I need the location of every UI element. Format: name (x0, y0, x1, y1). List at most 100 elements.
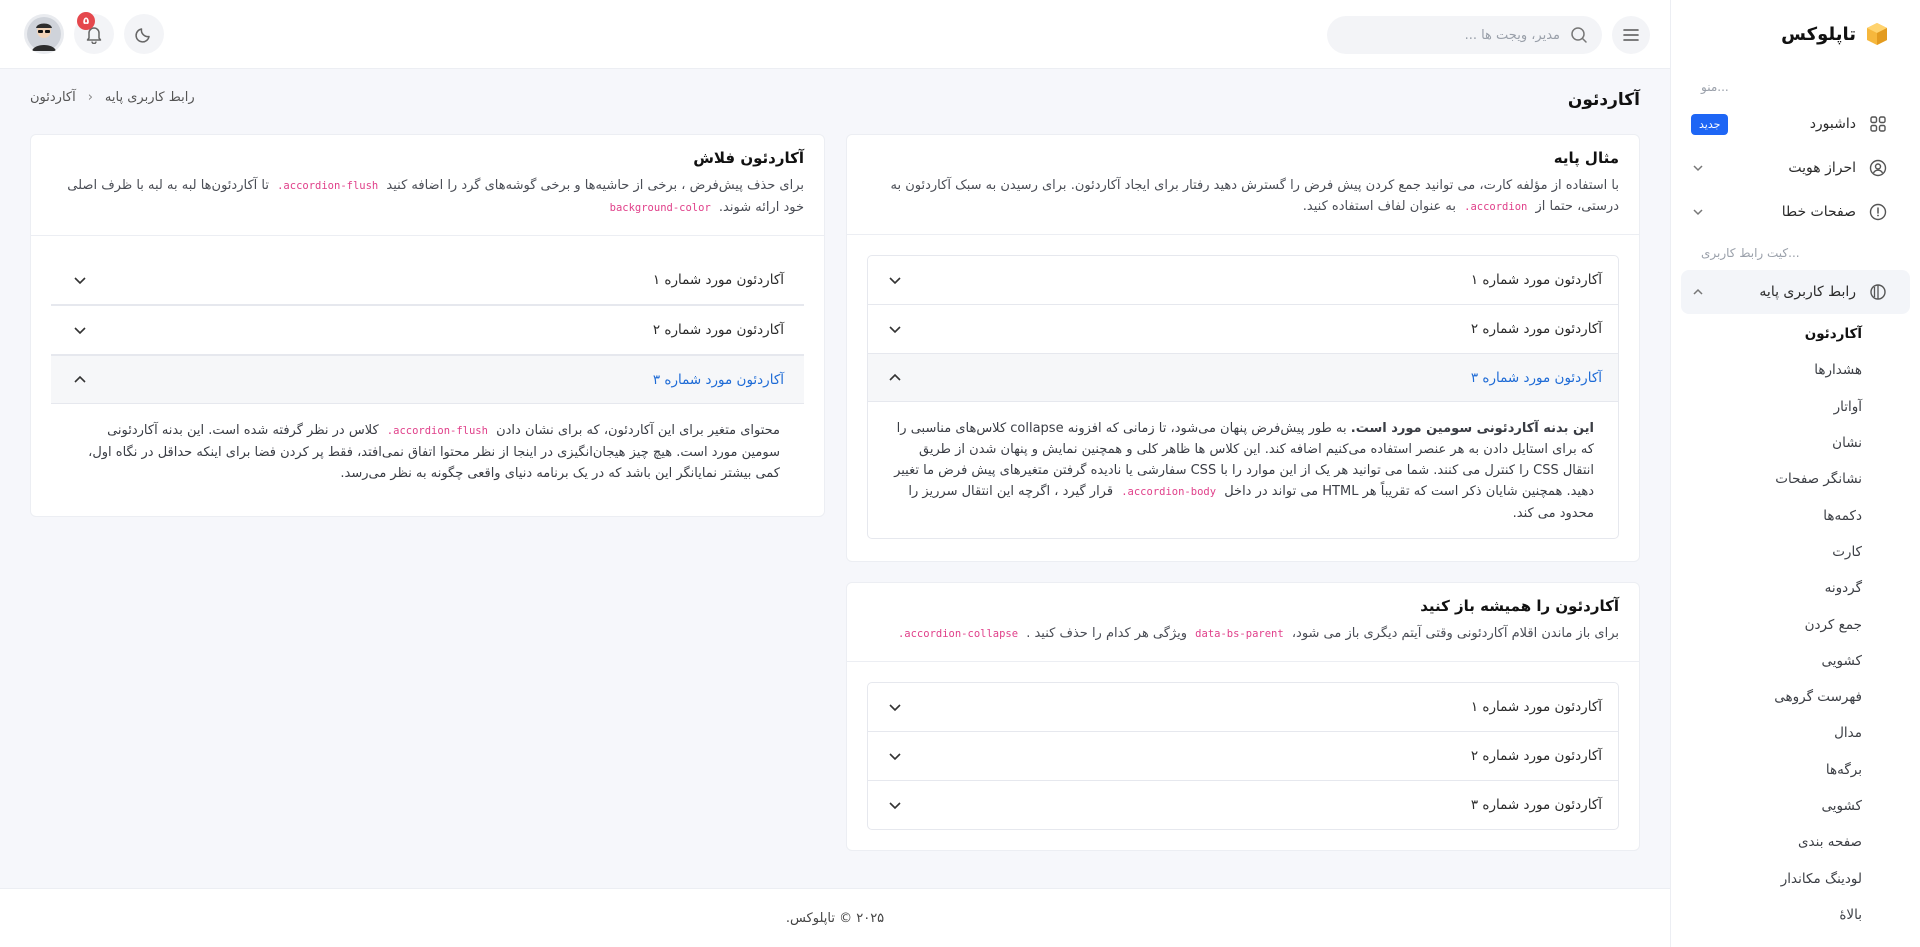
chevron-up-icon (74, 375, 86, 383)
chevron-down-icon (1693, 165, 1703, 172)
code-snippet: .accordion-body (1121, 486, 1217, 498)
sidebar-item-label: رابط کاربری پایه (1759, 284, 1856, 300)
chevron-up-icon (1693, 288, 1703, 295)
sidebar-subitem[interactable]: لودینگ مکاندار (1671, 860, 1862, 896)
sidebar-subitem[interactable]: کشویی (1671, 643, 1862, 679)
user-avatar[interactable] (24, 14, 64, 54)
brand-name: تاپلوکس (1781, 23, 1856, 45)
code-snippet: background-color (609, 202, 711, 214)
ui-kit-caption: کیت رابط کاربری... (1701, 246, 1800, 260)
accordion-button[interactable]: آکاردئون مورد شماره ۲ (868, 305, 1618, 353)
sidebar-item-auth[interactable]: احراز هویت (1671, 146, 1920, 190)
card-title: آکاردئون فلاش (693, 149, 804, 167)
menu-toggle-button[interactable] (1612, 16, 1650, 54)
accordion-item: آکاردئون مورد شماره ۱ (51, 256, 804, 305)
chevron-down-icon (1693, 209, 1703, 216)
user-circle-icon (1868, 158, 1888, 178)
sidebar-subitem[interactable]: کشویی (1671, 788, 1862, 824)
card-description: با استفاده از مؤلفه کارت، می توانید جمع … (890, 178, 1619, 214)
footer: ۲۰۲۵ © تاپلوکس. (0, 888, 1670, 947)
page-title: آکاردئون (1567, 90, 1640, 110)
flush-accordion-card: آکاردئون فلاش برای حذف پیش‌فرض ، برخی از… (30, 134, 825, 517)
sidebar-subitem[interactable]: مدال (1671, 715, 1862, 751)
sidebar-subitem[interactable]: هشدارها (1671, 352, 1862, 388)
flush-accordion: آکاردئون مورد شماره ۱ آکاردئون مورد شمار… (51, 256, 804, 498)
accordion-button[interactable]: آکاردئون مورد شماره ۱ (51, 256, 804, 304)
sidebar-subitem[interactable]: نشانگر صفحات (1671, 461, 1862, 497)
sidebar-subitem[interactable]: جمع کردن (1671, 606, 1862, 642)
chevron-up-icon (889, 373, 901, 381)
basic-ui-submenu: آکاردئون هشدارها آواتار نشان نشانگر صفحات دکم… (1671, 316, 1920, 933)
search-box[interactable] (1327, 16, 1602, 54)
accordion-button[interactable]: آکاردئون مورد شماره ۳ (868, 354, 1618, 402)
chevron-down-icon (889, 326, 901, 334)
accordion-button[interactable]: آکاردئون مورد شماره ۳ (868, 781, 1618, 829)
brand-logo[interactable]: تاپلوکس (1671, 0, 1920, 68)
sidebar-subitem[interactable]: آکاردئون (1671, 316, 1862, 352)
copyright-text: ۲۰۲۵ © تاپلوکس. (785, 910, 885, 926)
accordion-button[interactable]: آکاردئون مورد شماره ۲ (868, 732, 1618, 780)
sidebar: تاپلوکس منو... داشبورد جدید احراز هویت ص… (1670, 0, 1920, 947)
alert-circle-icon (1868, 202, 1888, 222)
sidebar-subitem[interactable]: بالاهٔ (1671, 897, 1862, 933)
new-badge: جدید (1691, 113, 1729, 135)
chevron-down-icon (74, 327, 86, 335)
breadcrumb-current: آکاردئون (30, 90, 76, 105)
theme-toggle-button[interactable] (124, 14, 164, 54)
accordion-body: این بدنه آکاردئونی سومین مورد است. به طو… (894, 421, 1594, 521)
accordion-button[interactable]: آکاردئون مورد شماره ۳ (51, 356, 804, 404)
accordion-item: آکاردئون مورد شماره ۲ (868, 731, 1618, 780)
code-snippet: .accordion-collapse (897, 628, 1019, 640)
chevron-down-icon (889, 753, 901, 761)
breadcrumb-link[interactable]: رابط کاربری پایه (105, 90, 195, 105)
moon-icon (135, 28, 150, 43)
accordion-item: آکاردئون مورد شماره ۳ محتوای متغیر برای … (51, 355, 804, 498)
code-snippet: .accordion (1464, 201, 1528, 213)
code-snippet: .accordion-flush (386, 425, 488, 437)
breadcrumb: رابط کاربری پایه ‹ آکاردئون (30, 90, 195, 105)
layers-icon (1868, 282, 1888, 302)
accordion-item: آکاردئون مورد شماره ۳ (868, 780, 1618, 829)
sidebar-item-label: صفحات خطا (1781, 204, 1856, 220)
search-input[interactable] (1341, 27, 1560, 43)
sidebar-subitem[interactable]: آواتار (1671, 389, 1862, 425)
accordion-item: آکاردئون مورد شماره ۱ (868, 256, 1618, 304)
sidebar-item-label: احراز هویت (1788, 160, 1856, 176)
code-snippet: .accordion-flush (277, 180, 379, 192)
accordion: آکاردئون مورد شماره ۱ آکاردئون مورد شمار… (867, 682, 1619, 830)
search-icon (1571, 27, 1587, 43)
card-title: آکاردئون را همیشه باز کنید (1420, 597, 1619, 615)
sidebar-subitem[interactable]: صفحه بندی (1671, 824, 1862, 860)
notifications-button[interactable]: ۵ (74, 12, 114, 54)
chevron-down-icon (74, 277, 86, 285)
sidebar-item-errors[interactable]: صفحات خطا (1671, 190, 1920, 234)
chevron-left-icon: ‹ (87, 90, 93, 105)
sidebar-subitem[interactable]: برگه‌ها (1671, 752, 1862, 788)
accordion-button[interactable]: آکاردئون مورد شماره ۱ (868, 683, 1618, 731)
sidebar-subitem[interactable]: گردونه (1671, 570, 1862, 606)
sidebar-subitem[interactable]: فهرست گروهی (1671, 679, 1862, 715)
code-snippet: data-bs-parent (1195, 628, 1284, 640)
sidebar-subitem[interactable]: دکمه‌ها (1671, 497, 1862, 533)
sidebar-item-basic-ui[interactable]: رابط کاربری پایه (1681, 270, 1910, 314)
accordion-item: آکاردئون مورد شماره ۳ این بدنه آکاردئونی… (868, 353, 1618, 538)
accordion-button[interactable]: آکاردئون مورد شماره ۱ (868, 256, 1618, 304)
accordion-item: آکاردئون مورد شماره ۱ (868, 683, 1618, 731)
accordion-button[interactable]: آکاردئون مورد شماره ۲ (51, 306, 804, 354)
sidebar-subitem[interactable]: نشان (1671, 425, 1862, 461)
chevron-down-icon (889, 277, 901, 285)
avatar-icon (27, 17, 61, 51)
chevron-down-icon (889, 704, 901, 712)
card-description: برای باز ماندن اقلام آکاردئونی وقتی آیتم… (867, 623, 1619, 645)
accordion-body: محتوای متغیر برای این آکاردئون، که برای … (88, 423, 780, 481)
sidebar-item-dashboard[interactable]: داشبورد جدید (1671, 102, 1920, 146)
accordion: آکاردئون مورد شماره ۱ آکاردئون مورد شمار… (867, 255, 1619, 539)
accordion-item: آکاردئون مورد شماره ۲ (51, 305, 804, 355)
sidebar-item-label: داشبورد (1809, 116, 1856, 132)
accordion-item: آکاردئون مورد شماره ۲ (868, 304, 1618, 353)
notification-count-badge: ۵ (77, 12, 95, 30)
card-description: برای حذف پیش‌فرض ، برخی از حاشیه‌ها و بر… (67, 178, 804, 215)
basic-example-card: مثال پایه با استفاده از مؤلفه کارت، می ت… (846, 134, 1640, 562)
chevron-down-icon (889, 802, 901, 810)
sidebar-subitem[interactable]: کارت (1671, 534, 1862, 570)
